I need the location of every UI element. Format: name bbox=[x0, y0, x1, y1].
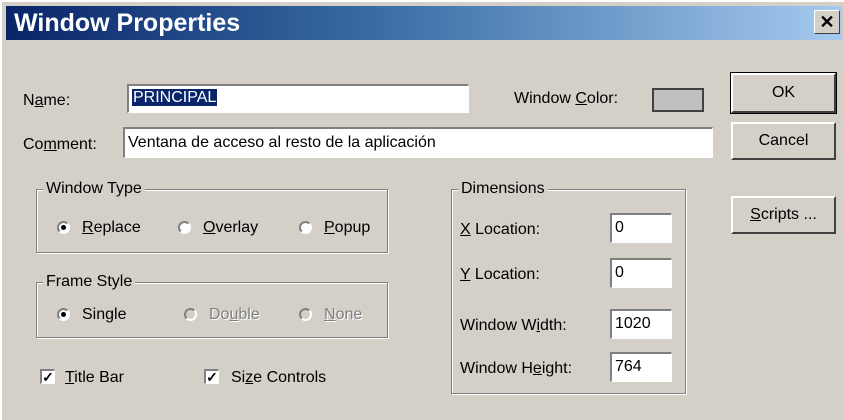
name-value: PRINCIPAL bbox=[132, 89, 218, 106]
comment-value: Ventana de acceso al resto de la aplicac… bbox=[128, 134, 436, 151]
window-height-input[interactable]: 764 bbox=[610, 352, 672, 382]
window-properties-dialog: Window Properties ✕ Name: PRINCIPAL Wind… bbox=[0, 0, 844, 420]
comment-label: Comment: bbox=[23, 136, 97, 153]
x-location-input[interactable]: 0 bbox=[610, 213, 672, 243]
cancel-button-label: Cancel bbox=[758, 132, 809, 149]
popup-label[interactable]: Popup bbox=[324, 218, 370, 238]
window-width-input[interactable]: 1020 bbox=[610, 309, 672, 339]
dimensions-title: Dimensions bbox=[458, 179, 548, 199]
cancel-button[interactable]: Cancel bbox=[731, 122, 836, 160]
size-controls-label[interactable]: Size Controls bbox=[231, 368, 326, 388]
title-bar[interactable]: Window Properties ✕ bbox=[6, 6, 842, 40]
title-bar-label[interactable]: Title Bar bbox=[65, 368, 124, 388]
title-bar-checkbox[interactable]: ✓ bbox=[40, 369, 55, 384]
check-icon: ✓ bbox=[42, 369, 54, 385]
name-input[interactable]: PRINCIPAL bbox=[127, 84, 469, 113]
replace-radio[interactable] bbox=[57, 221, 70, 234]
window-width-label: Window Width: bbox=[460, 317, 567, 334]
double-radio bbox=[184, 308, 197, 321]
replace-label[interactable]: Replace bbox=[82, 218, 141, 238]
comment-input[interactable]: Ventana de acceso al resto de la aplicac… bbox=[123, 127, 713, 158]
close-icon: ✕ bbox=[819, 12, 835, 32]
close-button[interactable]: ✕ bbox=[814, 10, 840, 34]
double-label: Double bbox=[209, 306, 260, 323]
scripts-button[interactable]: Scripts ... bbox=[731, 196, 836, 234]
x-location-label: X Location: bbox=[460, 221, 541, 238]
y-location-label: Y Location: bbox=[460, 266, 540, 283]
y-location-input[interactable]: 0 bbox=[610, 258, 672, 288]
overlay-label[interactable]: Overlay bbox=[203, 218, 258, 238]
window-color-swatch[interactable] bbox=[652, 88, 704, 112]
single-radio[interactable] bbox=[57, 308, 70, 321]
popup-radio[interactable] bbox=[299, 221, 312, 234]
window-type-title: Window Type bbox=[43, 179, 145, 199]
ok-button-label: OK bbox=[771, 84, 796, 101]
window-height-label: Window Height: bbox=[460, 360, 573, 377]
window-color-label: Window Color: bbox=[514, 90, 619, 107]
overlay-radio[interactable] bbox=[178, 221, 191, 234]
x-location-value: 0 bbox=[615, 219, 624, 236]
ok-button[interactable]: OK bbox=[730, 72, 837, 114]
window-width-value: 1020 bbox=[615, 315, 651, 332]
y-location-value: 0 bbox=[615, 264, 624, 281]
none-label: None bbox=[324, 306, 363, 323]
single-label[interactable]: Single bbox=[82, 305, 126, 325]
size-controls-checkbox[interactable]: ✓ bbox=[204, 369, 219, 384]
window-height-value: 764 bbox=[615, 358, 642, 375]
frame-style-title: Frame Style bbox=[43, 272, 136, 292]
check-icon: ✓ bbox=[206, 369, 218, 385]
none-radio bbox=[299, 308, 312, 321]
name-label: Name: bbox=[23, 92, 71, 109]
scripts-button-label: Scripts ... bbox=[750, 206, 817, 223]
dialog-title: Window Properties bbox=[14, 9, 241, 37]
